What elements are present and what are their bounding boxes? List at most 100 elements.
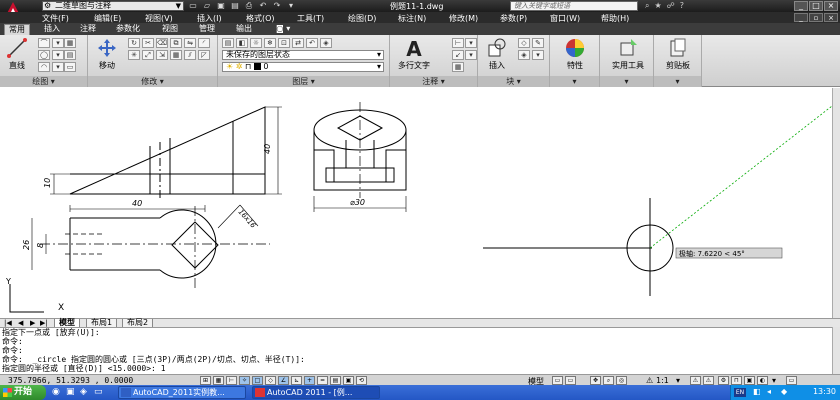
steering-wheel-icon[interactable]: ◎ <box>616 376 627 385</box>
edit-block-icon[interactable]: ✎ <box>532 38 544 48</box>
statusbar-menu-icon[interactable]: ▾ <box>772 376 776 385</box>
insert-block-tool[interactable]: 插入 <box>482 37 512 71</box>
volume-icon[interactable]: ◂ <box>767 387 771 396</box>
utilities-tool[interactable]: 实用工具 <box>606 37 650 71</box>
workspace-switching-icon[interactable]: ⚙ <box>718 376 729 385</box>
network-icon[interactable]: ◧ <box>753 387 761 396</box>
polyline-dropdown-icon[interactable]: ▾ <box>52 38 64 48</box>
draw-panel-title[interactable]: 绘图 ▾ <box>0 76 87 87</box>
dynamic-ucs-button[interactable]: ⊾ <box>291 376 302 385</box>
arc-icon[interactable]: ◠ <box>38 62 50 72</box>
explode-icon[interactable]: ✳ <box>128 50 140 60</box>
mirror-icon[interactable]: ⇋ <box>184 38 196 48</box>
dimension-linear-icon[interactable]: ⊢ <box>452 38 464 48</box>
selection-cycling-button[interactable]: ⟲ <box>356 376 367 385</box>
language-indicator[interactable]: EN <box>734 388 746 397</box>
minimize-button[interactable]: _ <box>794 1 808 11</box>
desktop-icon[interactable]: ▭ <box>94 387 103 397</box>
trim-icon[interactable]: ✂ <box>142 38 154 48</box>
clock[interactable]: 13:30 <box>813 387 836 396</box>
security-icon[interactable]: ◆ <box>781 387 787 396</box>
ribbon-toggle-icon[interactable]: ◙ ▾ <box>272 24 294 35</box>
command-line[interactable]: 指定下一点或 [放弃(U)]: 命令: 命令: 命令: _circle 指定圆的… <box>0 327 832 374</box>
layer-match-icon[interactable]: ⇄ <box>292 38 304 48</box>
clean-screen-button[interactable]: ▭ <box>786 376 797 385</box>
tab-output[interactable]: 输出 <box>232 24 256 35</box>
subscription-icon[interactable]: ★ <box>654 0 661 12</box>
quick-view-drawings-button[interactable]: ▭ <box>565 376 576 385</box>
chevron-down-icon[interactable]: ▾ <box>676 376 680 385</box>
undo-icon[interactable]: ↶ <box>258 1 268 11</box>
circle-dropdown-icon[interactable]: ▾ <box>52 50 64 60</box>
doc-minimize-button[interactable]: _ <box>794 13 808 22</box>
fillet-icon[interactable]: ◜ <box>198 38 210 48</box>
save-as-icon[interactable]: ▤ <box>230 1 240 11</box>
close-button[interactable]: × <box>824 1 838 11</box>
tab-view[interactable]: 视图 <box>158 24 182 35</box>
layout-nav-next-icon[interactable]: ▶ <box>30 319 35 327</box>
clipboard-tool[interactable]: 剪贴板 <box>658 37 698 71</box>
erase-icon[interactable]: ⌫ <box>156 38 168 48</box>
taskbar-item-document[interactable]: AutoCAD_2011实例教... <box>118 386 246 399</box>
tab-home[interactable]: 常用 <box>4 24 30 35</box>
layer-properties-icon[interactable]: ▤ <box>222 38 234 48</box>
zoom-icon[interactable]: ⌕ <box>603 376 614 385</box>
print-icon[interactable]: ⎙ <box>244 1 254 11</box>
dimension-dropdown-icon[interactable]: ▾ <box>465 38 477 48</box>
multileader-dropdown-icon[interactable]: ▾ <box>465 50 477 60</box>
annotation-visibility-button[interactable]: ⚠ <box>690 376 701 385</box>
arc-dropdown-icon[interactable]: ▾ <box>52 62 64 72</box>
transparency-button[interactable]: ▤ <box>330 376 341 385</box>
binoculars-icon[interactable]: ⌕ <box>645 0 649 12</box>
vertical-scrollbar[interactable] <box>832 88 840 318</box>
search-input[interactable]: 键入关键字或短语 <box>510 1 638 11</box>
toolbar-lock-icon[interactable]: ⊓ <box>731 376 742 385</box>
3d-osnap-button[interactable]: ◇ <box>265 376 276 385</box>
layout-nav-last-icon[interactable]: ▶| <box>40 319 48 327</box>
table-icon[interactable]: ▦ <box>452 62 464 72</box>
clipboard-panel-title[interactable]: ▾ <box>654 76 701 87</box>
offset-icon[interactable]: ⫽ <box>184 50 196 60</box>
explorer-icon[interactable]: ▣ <box>66 387 75 397</box>
chamfer-icon[interactable]: ◸ <box>198 50 210 60</box>
layer-freeze-icon[interactable]: ❄ <box>264 38 276 48</box>
drawing-canvas[interactable]: 40 40 10 26 8 ⌀30 16x16 极轴: 7.6220 < 45°… <box>0 88 832 318</box>
coordinates-readout[interactable]: 375.7966, 51.3293 , 0.0000 <box>8 376 133 385</box>
snap-mode-button[interactable]: ⊞ <box>200 376 211 385</box>
save-icon[interactable]: ▣ <box>216 1 226 11</box>
quick-view-layouts-button[interactable]: ▭ <box>552 376 563 385</box>
line-tool[interactable]: 直线 <box>2 37 32 71</box>
isolate-objects-icon[interactable]: ◐ <box>757 376 768 385</box>
block-panel-title[interactable]: 块 ▾ <box>478 76 549 87</box>
workspace-select[interactable]: ⚙ 二维草图与注释 ▼ <box>42 1 184 11</box>
dynamic-input-button[interactable]: + <box>304 376 315 385</box>
redo-icon[interactable]: ↷ <box>272 1 282 11</box>
command-scrollbar[interactable] <box>832 327 840 374</box>
qat-dropdown-icon[interactable]: ▾ <box>286 1 296 11</box>
layer-iso-icon[interactable]: ◧ <box>236 38 248 48</box>
layer-off-icon[interactable]: ☼ <box>250 38 262 48</box>
stretch-icon[interactable]: ⤢ <box>142 50 154 60</box>
open-file-icon[interactable]: ▱ <box>202 1 212 11</box>
doc-close-button[interactable]: × <box>824 13 838 22</box>
layers-panel-title[interactable]: 图层 ▾ <box>218 76 389 87</box>
tab-manage[interactable]: 管理 <box>195 24 219 35</box>
gradient-icon[interactable]: ▤ <box>64 50 76 60</box>
properties-tool[interactable]: 特性 <box>560 37 590 71</box>
start-button[interactable]: 开始 <box>0 385 46 400</box>
hatch-icon[interactable]: ▦ <box>64 38 76 48</box>
layer-lock-icon[interactable]: ⊡ <box>278 38 290 48</box>
move-tool[interactable]: 移动 <box>92 37 122 71</box>
rotate-icon[interactable]: ↻ <box>128 38 140 48</box>
ortho-mode-button[interactable]: ⊢ <box>226 376 237 385</box>
scale-icon[interactable]: ⇲ <box>156 50 168 60</box>
layout-nav-prev-icon[interactable]: ◀ <box>18 319 23 327</box>
polyline-icon[interactable]: ⌒ <box>38 38 50 48</box>
maximize-button[interactable]: □ <box>809 1 823 11</box>
annotation-panel-title[interactable]: 注释 ▾ <box>390 76 477 87</box>
properties-panel-title[interactable]: ▾ <box>550 76 599 87</box>
create-block-icon[interactable]: ◇ <box>518 38 530 48</box>
mtext-tool[interactable]: A 多行文字 <box>394 37 434 71</box>
object-snap-tracking-button[interactable]: ∠ <box>278 376 289 385</box>
hardware-acceleration-icon[interactable]: ▣ <box>744 376 755 385</box>
